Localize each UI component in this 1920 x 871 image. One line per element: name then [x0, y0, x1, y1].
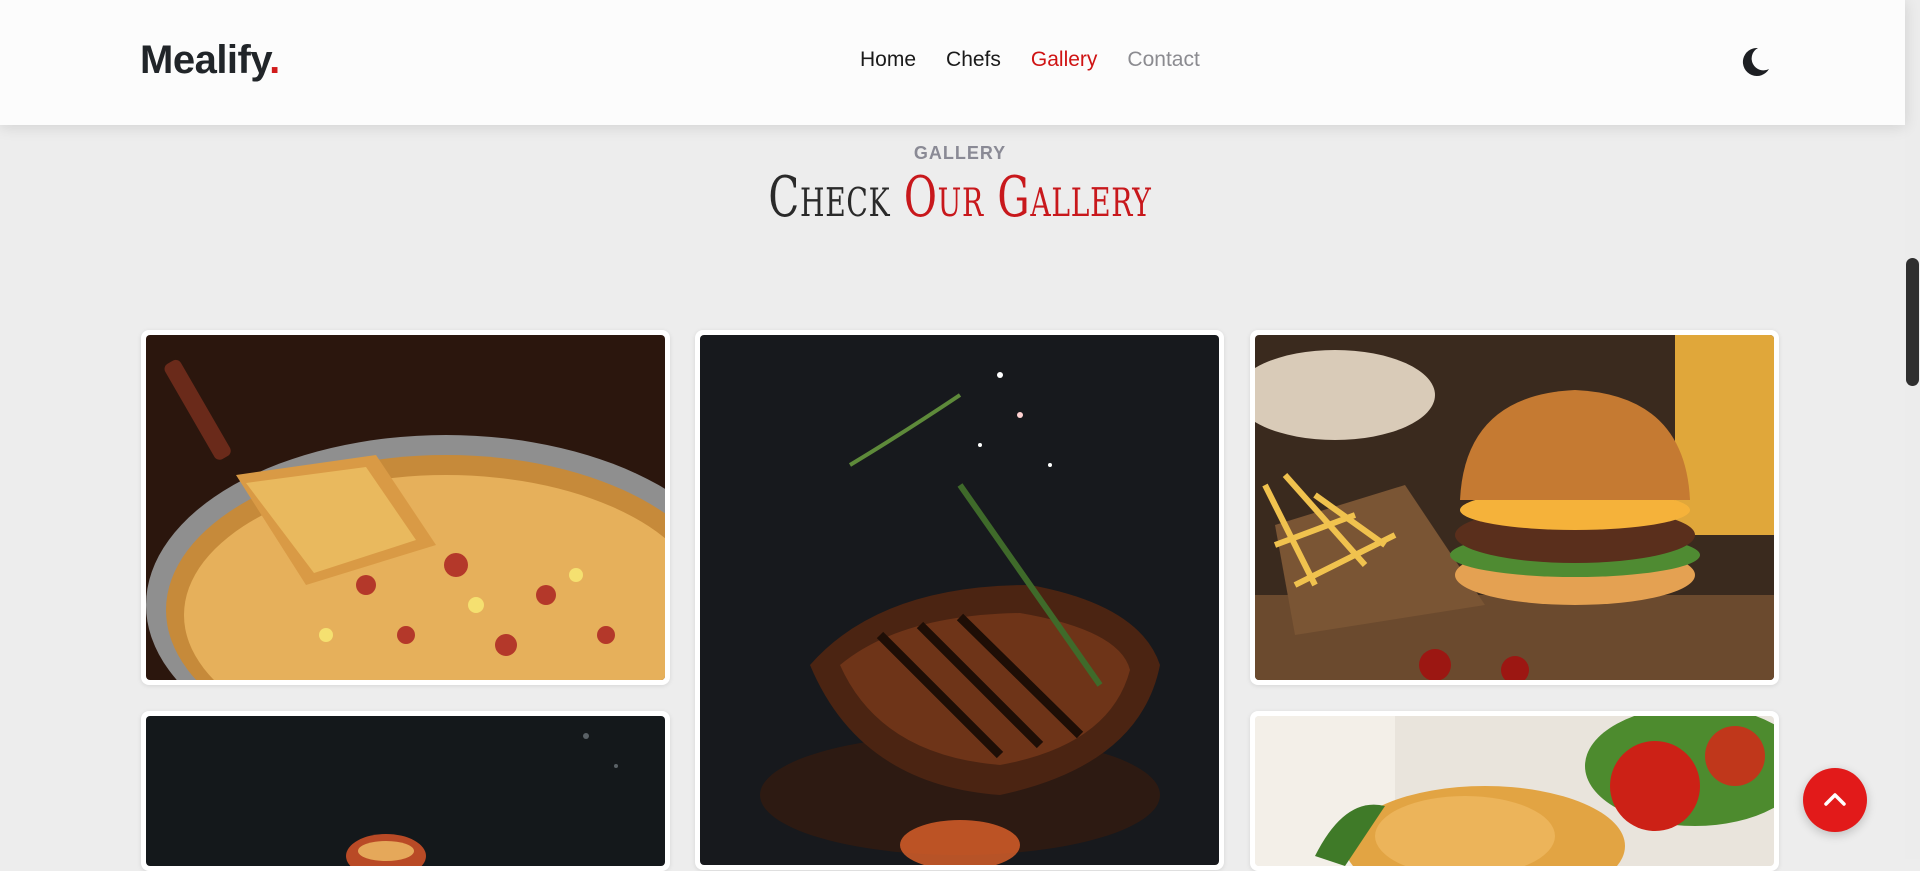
nav-link-home[interactable]: Home — [860, 48, 916, 72]
gallery-item-steak[interactable] — [695, 330, 1224, 870]
section-title-part1: Check — [768, 165, 904, 230]
burger-image — [1255, 335, 1774, 680]
scrollbar-thumb[interactable] — [1906, 258, 1919, 386]
site-header: Mealify. Home Chefs Gallery Contact — [0, 0, 1905, 125]
steak-image — [700, 335, 1219, 865]
dark-dish-image — [146, 716, 665, 866]
gallery-item-pizza[interactable] — [141, 330, 670, 685]
section-title-accent: Our Gallery — [903, 165, 1152, 230]
section-label: GALLERY — [913, 143, 1007, 163]
fried-chicken-image — [1255, 716, 1774, 866]
moon-icon[interactable] — [1738, 45, 1772, 79]
gallery-item-dark-dish[interactable] — [141, 711, 670, 871]
brand-name[interactable]: Mealify — [140, 38, 270, 82]
nav-link-chefs[interactable]: Chefs — [946, 48, 1001, 72]
scrollbar-track[interactable] — [1905, 0, 1920, 859]
nav-link-gallery[interactable]: Gallery — [1031, 48, 1098, 72]
back-to-top-button[interactable] — [1803, 768, 1867, 832]
pizza-image — [146, 335, 665, 680]
brand-logo[interactable]: Mealify. — [140, 38, 280, 83]
main-nav: Home Chefs Gallery Contact — [860, 48, 1200, 72]
brand-dot: . — [269, 38, 280, 82]
section-title: Check Our Gallery — [269, 165, 1651, 230]
gallery-item-burger[interactable] — [1250, 330, 1779, 685]
nav-link-contact[interactable]: Contact — [1127, 48, 1199, 72]
chevron-up-icon — [1824, 793, 1846, 806]
gallery-item-fried-chicken[interactable] — [1250, 711, 1779, 871]
